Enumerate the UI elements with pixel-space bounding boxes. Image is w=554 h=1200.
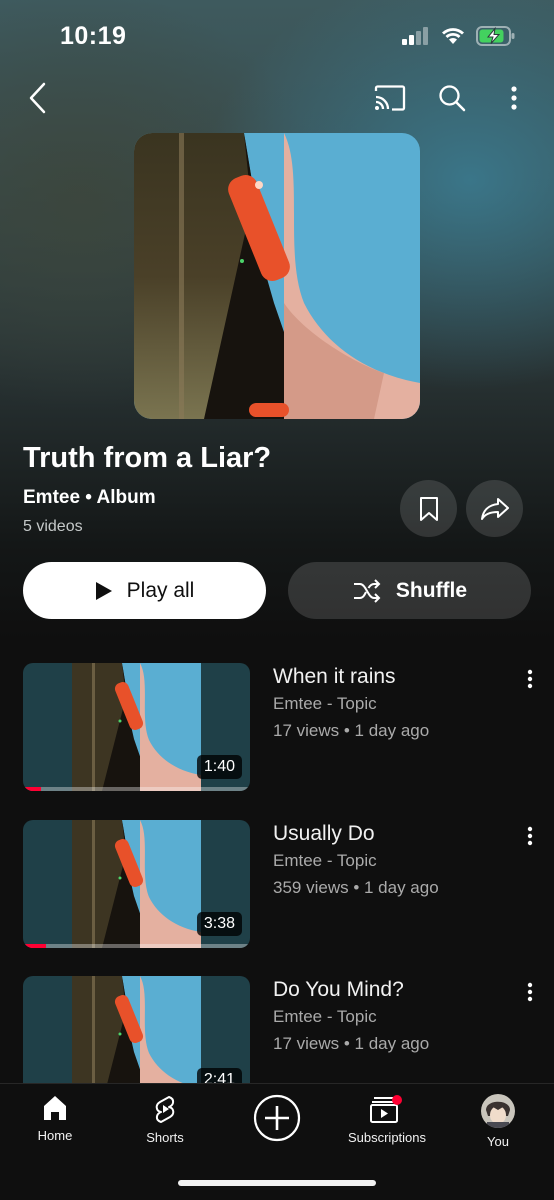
subscriptions-icon: [370, 1095, 402, 1123]
share-icon: [480, 497, 509, 520]
video-meta: 359 views • 1 day ago: [273, 878, 439, 897]
video-thumbnail[interactable]: 3:38: [23, 820, 250, 948]
nav-home-label: Home: [37, 1128, 73, 1143]
more-vert-icon: [527, 669, 533, 689]
play-all-button[interactable]: Play all: [23, 562, 266, 619]
watch-progress-bar: [23, 944, 250, 948]
play-all-label: Play all: [126, 578, 195, 602]
cellular-signal-icon: [402, 27, 428, 45]
create-button[interactable]: [227, 1094, 327, 1142]
nav-home[interactable]: Home: [5, 1094, 105, 1143]
cast-button[interactable]: [370, 80, 410, 116]
video-more-button[interactable]: [518, 669, 542, 695]
duration-badge: 1:40: [196, 755, 242, 779]
save-to-library-button[interactable]: [400, 480, 457, 537]
bookmark-icon: [419, 496, 438, 521]
avatar: [481, 1094, 515, 1128]
back-button[interactable]: [18, 78, 58, 118]
video-title[interactable]: Usually Do: [273, 822, 375, 846]
more-options-button[interactable]: [496, 78, 532, 118]
home-icon: [44, 1096, 66, 1120]
battery-charging-icon: [476, 26, 515, 46]
progress-fill: [23, 787, 42, 791]
list-item[interactable]: 3:38 Usually Do Emtee - Topic 359 views …: [0, 820, 554, 950]
nav-you-label: You: [487, 1134, 509, 1149]
wifi-icon: [442, 28, 464, 44]
share-button[interactable]: [466, 480, 523, 537]
video-meta: 17 views • 1 day ago: [273, 1034, 430, 1053]
video-title[interactable]: Do You Mind?: [273, 978, 404, 1002]
nav-subscriptions[interactable]: Subscriptions: [337, 1094, 437, 1145]
nav-subscriptions-label: Subscriptions: [347, 1130, 427, 1145]
album-art: [134, 133, 420, 419]
video-channel: Emtee - Topic: [273, 1007, 377, 1026]
shuffle-label: Shuffle: [395, 578, 468, 602]
nav-you[interactable]: You: [448, 1094, 548, 1149]
album-artist-type[interactable]: Emtee • Album: [23, 487, 156, 509]
shuffle-button[interactable]: Shuffle: [288, 562, 531, 619]
nav-shorts-label: Shorts: [146, 1130, 184, 1145]
video-channel: Emtee - Topic: [273, 851, 377, 870]
more-vert-icon: [527, 826, 533, 846]
create-icon: [253, 1094, 301, 1142]
nav-shorts[interactable]: Shorts: [115, 1094, 215, 1145]
album-title: Truth from a Liar?: [23, 442, 272, 474]
video-more-button[interactable]: [518, 826, 542, 852]
search-button[interactable]: [432, 78, 472, 118]
play-icon: [95, 581, 112, 600]
more-vert-icon: [527, 982, 533, 1002]
more-vert-icon: [511, 86, 517, 110]
shorts-icon: [155, 1096, 175, 1123]
status-icons: [402, 26, 516, 46]
duration-badge: 3:38: [196, 912, 242, 936]
video-title[interactable]: When it rains: [273, 665, 396, 689]
shuffle-icon: [353, 578, 381, 603]
video-thumbnail[interactable]: 1:40: [23, 663, 250, 791]
back-icon: [29, 82, 46, 114]
video-meta: 17 views • 1 day ago: [273, 721, 430, 740]
watch-progress-bar: [23, 787, 250, 791]
home-indicator: [178, 1180, 376, 1186]
video-more-button[interactable]: [518, 982, 542, 1008]
search-icon: [439, 85, 466, 112]
list-item[interactable]: 1:40 When it rains Emtee - Topic 17 view…: [0, 663, 554, 793]
cast-icon: [374, 85, 406, 111]
album-video-count: 5 videos: [23, 518, 83, 535]
video-channel: Emtee - Topic: [273, 694, 377, 713]
progress-fill: [23, 944, 46, 948]
status-time: 10:19: [60, 22, 127, 50]
